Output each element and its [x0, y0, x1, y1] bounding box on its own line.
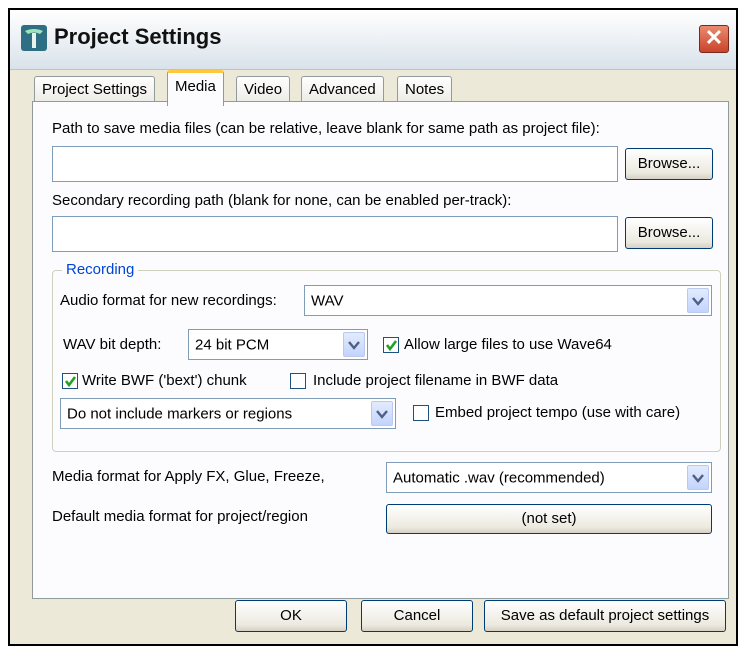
tab-notes[interactable]: Notes — [397, 76, 453, 103]
chevron-down-icon — [687, 465, 709, 490]
audio-format-select[interactable]: WAV — [304, 285, 712, 316]
tab-video[interactable]: Video — [236, 76, 291, 103]
wav-bit-depth-value: 24 bit PCM — [195, 336, 270, 353]
write-bwf-label: Write BWF ('bext') chunk — [82, 372, 247, 389]
media-path-label: Path to save media files (can be relativ… — [52, 120, 600, 137]
default-format-button[interactable]: (not set) — [386, 504, 712, 534]
markers-select[interactable]: Do not include markers or regions — [60, 398, 396, 429]
write-bwf-checkbox[interactable] — [62, 373, 78, 389]
tab-media[interactable]: Media — [167, 70, 224, 106]
apply-fx-format-label: Media format for Apply FX, Glue, Freeze, — [52, 468, 325, 485]
checkmark-icon — [385, 340, 398, 352]
browse-secondary-path-button[interactable]: Browse... — [625, 217, 713, 249]
chevron-down-icon — [343, 332, 365, 357]
ok-button[interactable]: OK — [235, 600, 347, 632]
chevron-down-icon — [371, 401, 393, 426]
wave64-label: Allow large files to use Wave64 — [404, 336, 612, 353]
cancel-button[interactable]: Cancel — [361, 600, 473, 632]
save-default-settings-button[interactable]: Save as default project settings — [484, 600, 726, 632]
include-filename-label: Include project filename in BWF data — [313, 372, 559, 389]
apply-fx-format-value: Automatic .wav (recommended) — [393, 469, 605, 486]
close-icon: ✕ — [704, 25, 724, 50]
markers-value: Do not include markers or regions — [67, 405, 293, 422]
apply-fx-format-select[interactable]: Automatic .wav (recommended) — [386, 462, 712, 493]
checkmark-icon — [64, 376, 77, 388]
embed-tempo-checkbox[interactable] — [413, 405, 429, 421]
wave64-checkbox[interactable] — [383, 337, 399, 353]
chevron-down-icon — [687, 288, 709, 313]
embed-tempo-label: Embed project tempo (use with care) — [435, 404, 681, 421]
recording-group-label: Recording — [62, 261, 139, 278]
include-filename-checkbox[interactable] — [290, 373, 306, 389]
window-title: Project Settings — [54, 24, 222, 49]
audio-format-value: WAV — [311, 292, 344, 309]
browse-media-path-button[interactable]: Browse... — [625, 148, 713, 180]
wav-bit-depth-select[interactable]: 24 bit PCM — [188, 329, 368, 360]
tab-advanced[interactable]: Advanced — [301, 76, 384, 103]
media-path-input[interactable] — [52, 146, 618, 182]
audio-format-label: Audio format for new recordings: — [60, 292, 277, 309]
reaper-app-icon — [21, 25, 47, 51]
tab-project-settings[interactable]: Project Settings — [34, 76, 156, 103]
secondary-path-label: Secondary recording path (blank for none… — [52, 192, 512, 209]
wav-bit-depth-label: WAV bit depth: — [63, 336, 162, 353]
default-format-label: Default media format for project/region — [52, 508, 308, 525]
secondary-path-input[interactable] — [52, 216, 618, 252]
close-button[interactable]: ✕ — [699, 25, 729, 53]
